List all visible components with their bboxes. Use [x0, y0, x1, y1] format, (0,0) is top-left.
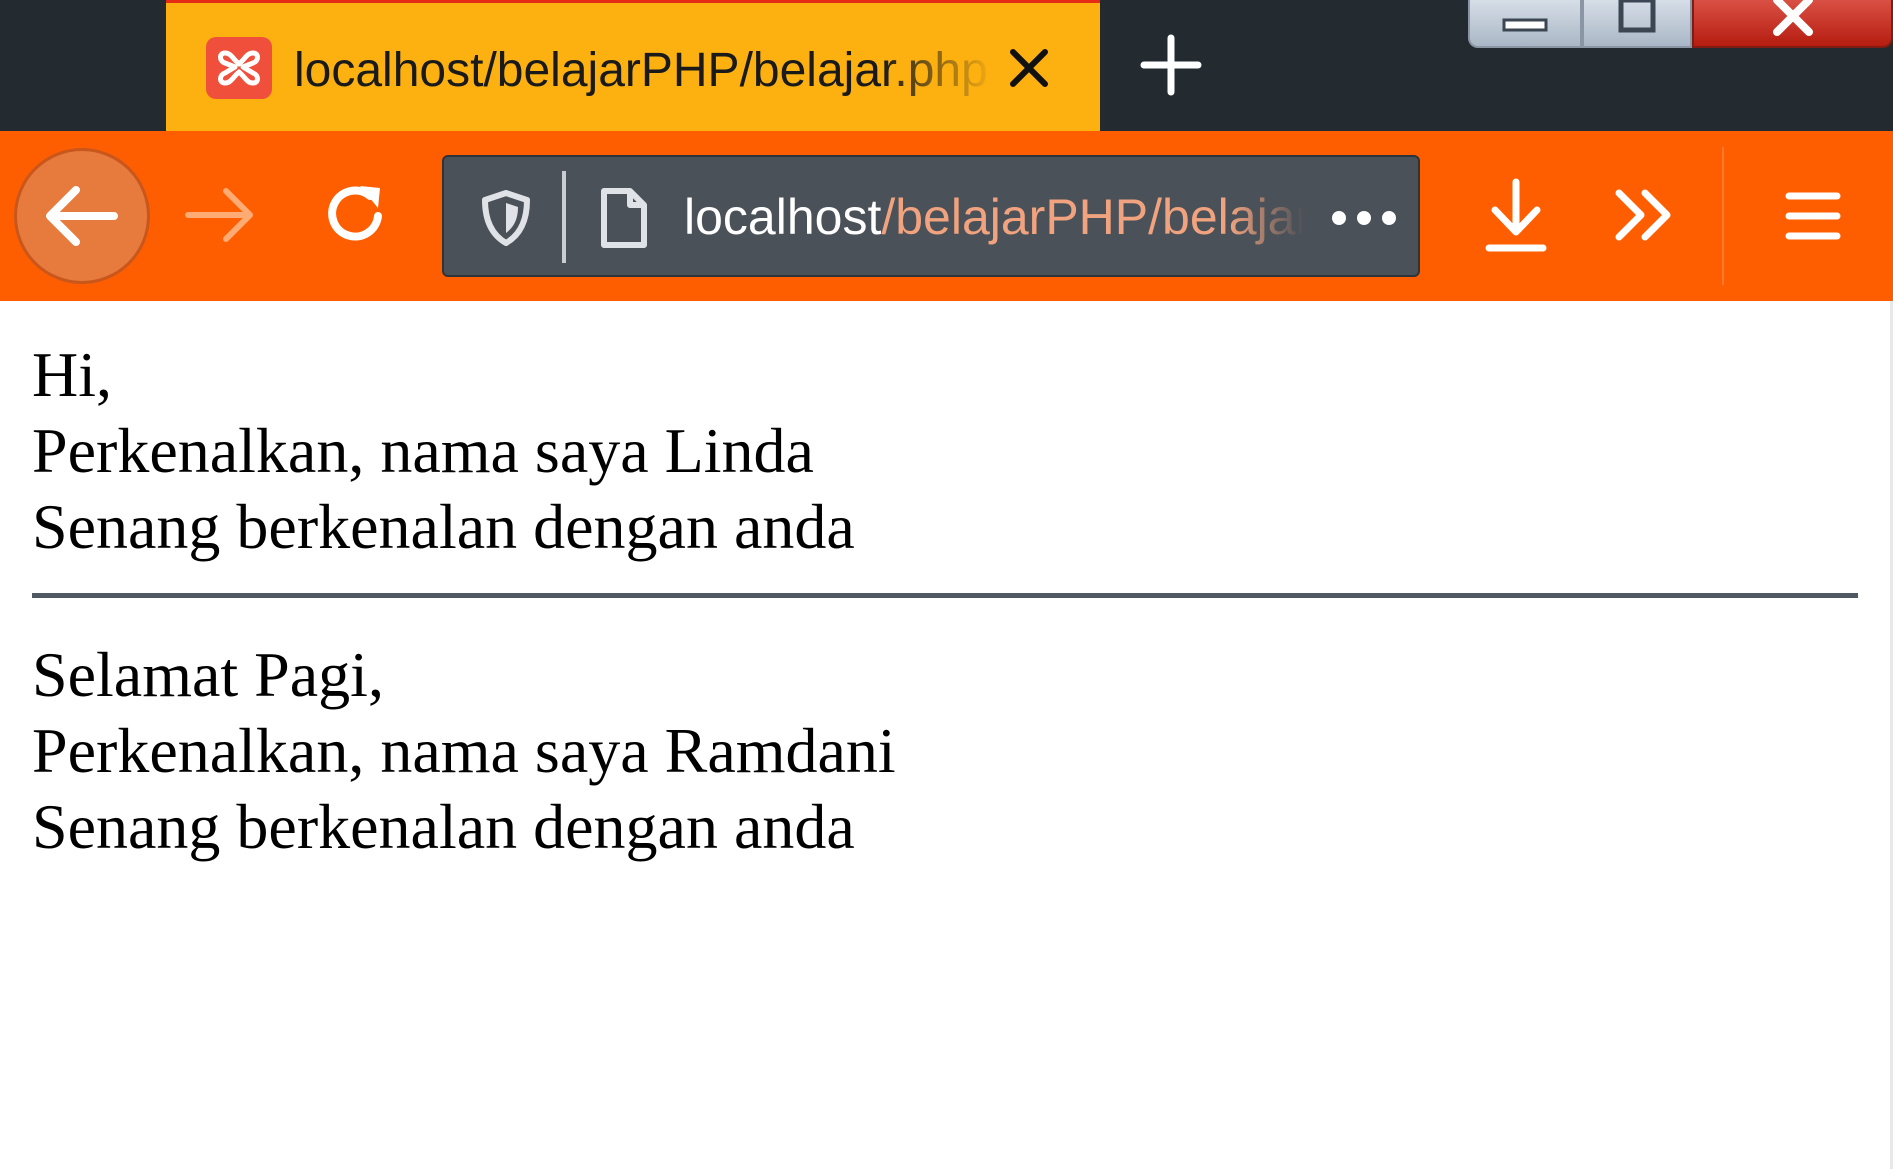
maximize-button[interactable] — [1582, 0, 1692, 48]
site-info-button[interactable] — [594, 185, 654, 251]
closing-line-1: Senang berkenalan dengan anda — [32, 491, 855, 562]
arrow-left-icon — [46, 186, 118, 246]
reload-icon — [328, 186, 382, 241]
arrow-right-icon — [185, 188, 253, 242]
page-icon — [601, 188, 647, 248]
hamburger-icon — [1785, 192, 1841, 240]
tab-title: localhost/belajarPHP/belajar.php — [294, 44, 988, 97]
restore-icon — [1618, 0, 1656, 33]
closing-line-2: Senang berkenalan dengan anda — [32, 791, 855, 862]
horizontal-rule — [32, 593, 1858, 598]
url-divider — [562, 171, 566, 263]
minimize-button[interactable] — [1468, 0, 1582, 48]
greeting-line-1: Hi, — [32, 339, 112, 410]
tab-active[interactable]: localhost/belajarPHP/belajar.php — [166, 0, 1100, 131]
close-icon — [1010, 49, 1048, 87]
navigation-toolbar: localhost/belajarPHP/belajar.php — [0, 131, 1893, 301]
minimize-icon — [1502, 18, 1548, 32]
url-path: /belajarPHP/belajar.php — [881, 189, 1304, 245]
forward-button[interactable] — [180, 175, 260, 255]
new-tab-button[interactable] — [1136, 30, 1206, 100]
reload-button[interactable] — [315, 175, 395, 255]
url-text[interactable]: localhost/belajarPHP/belajar.php — [684, 177, 1304, 257]
intro-line-2: Perkenalkan, nama saya Ramdani — [32, 715, 896, 786]
close-window-button[interactable] — [1692, 0, 1893, 48]
browser-window: localhost/belajarPHP/belajar.php localho… — [0, 0, 1893, 1169]
toolbar-separator — [1722, 147, 1724, 285]
xampp-icon — [206, 37, 272, 99]
ellipsis-icon — [1332, 211, 1396, 225]
page-content: Hi, Perkenalkan, nama saya Linda Senang … — [0, 301, 1893, 1169]
main-menu-button[interactable] — [1770, 171, 1856, 261]
window-controls — [1468, 0, 1893, 50]
chevron-double-right-icon — [1615, 189, 1671, 241]
greeting-line-2: Selamat Pagi, — [32, 639, 384, 710]
url-bar[interactable]: localhost/belajarPHP/belajar.php — [442, 155, 1420, 277]
page-actions-button[interactable] — [1324, 187, 1404, 249]
plus-icon — [1140, 34, 1202, 96]
close-tab-button[interactable] — [1002, 41, 1056, 95]
download-icon — [1485, 178, 1547, 252]
downloads-button[interactable] — [1474, 171, 1558, 261]
back-button[interactable] — [14, 148, 150, 284]
close-window-icon — [1772, 0, 1813, 36]
tracking-protection-button[interactable] — [476, 187, 536, 249]
intro-line-1: Perkenalkan, nama saya Linda — [32, 415, 814, 486]
shield-icon — [482, 190, 530, 246]
overflow-menu-button[interactable] — [1604, 175, 1684, 255]
tab-strip: localhost/belajarPHP/belajar.php — [0, 0, 1893, 131]
url-host: localhost — [684, 189, 882, 245]
